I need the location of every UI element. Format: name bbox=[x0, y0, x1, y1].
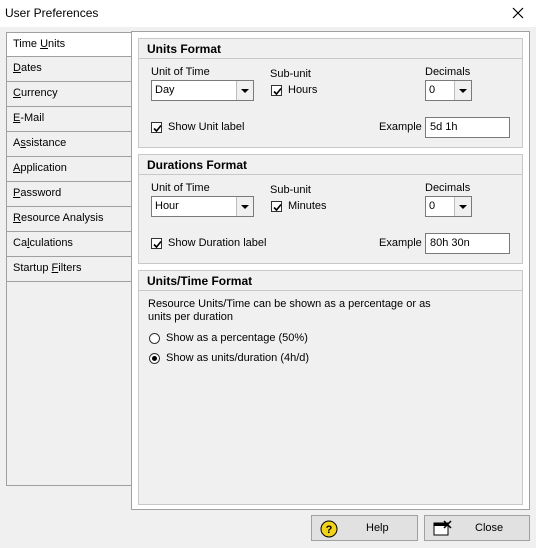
duration-unit-of-time-value: Hour bbox=[155, 200, 179, 212]
units-time-description-line1: Resource Units/Time can be shown as a pe… bbox=[148, 298, 431, 310]
unit-of-time-select[interactable]: Day bbox=[151, 80, 254, 101]
hours-checkbox-label: Hours bbox=[288, 84, 318, 96]
tab-resource-analysis[interactable]: Resource Analysis bbox=[6, 207, 132, 232]
tab-list: Time Units Dates Currency E-Mail Assista… bbox=[6, 32, 132, 486]
tab-label: Startup Filters bbox=[13, 262, 82, 274]
show-unit-label-checkbox[interactable] bbox=[151, 122, 162, 133]
chevron-down-icon[interactable] bbox=[454, 197, 471, 216]
help-button-label: Help bbox=[366, 522, 389, 534]
duration-decimals-label: Decimals bbox=[425, 182, 471, 194]
tab-assistance[interactable]: Assistance bbox=[6, 132, 132, 157]
show-duration-label-checkbox[interactable] bbox=[151, 238, 162, 249]
duration-example-value: 80h 30n bbox=[430, 237, 470, 249]
unit-of-time-label: Unit of Time bbox=[151, 66, 210, 78]
tab-label: Password bbox=[13, 187, 62, 199]
tab-label: Time Units bbox=[13, 38, 66, 50]
decimals-label: Decimals bbox=[425, 66, 471, 78]
close-icon[interactable] bbox=[508, 4, 528, 22]
tab-list-filler bbox=[6, 282, 132, 486]
close-button[interactable]: Close bbox=[424, 515, 530, 541]
units-duration-radio-label: Show as units/duration (4h/d) bbox=[166, 352, 310, 364]
duration-unit-of-time-label: Unit of Time bbox=[151, 182, 210, 194]
tab-email[interactable]: E-Mail bbox=[6, 107, 132, 132]
help-button[interactable]: ? Help bbox=[311, 515, 418, 541]
units-time-description-line2: units per duration bbox=[148, 311, 233, 323]
tab-label: Application bbox=[13, 162, 67, 174]
tab-currency[interactable]: Currency bbox=[6, 82, 132, 107]
duration-example-label: Example bbox=[379, 237, 422, 249]
tab-label: Resource Analysis bbox=[13, 212, 104, 224]
duration-example-field[interactable]: 80h 30n bbox=[425, 233, 510, 254]
tab-calculations[interactable]: Calculations bbox=[6, 232, 132, 257]
title-bar: User Preferences bbox=[0, 0, 536, 27]
hours-checkbox[interactable] bbox=[271, 85, 282, 96]
units-time-format-section: Units/Time Format Resource Units/Time ca… bbox=[138, 270, 523, 505]
close-button-label: Close bbox=[475, 522, 504, 534]
check-icon bbox=[273, 87, 282, 96]
decimals-select[interactable]: 0 bbox=[425, 80, 472, 101]
minutes-checkbox[interactable] bbox=[271, 201, 282, 212]
check-icon bbox=[153, 240, 162, 249]
example-label: Example bbox=[379, 121, 422, 133]
show-duration-label-text: Show Duration label bbox=[168, 237, 267, 249]
duration-decimals-select[interactable]: 0 bbox=[425, 196, 472, 217]
window-title: User Preferences bbox=[5, 6, 99, 20]
tab-application[interactable]: Application bbox=[6, 157, 132, 182]
units-duration-radio[interactable] bbox=[149, 353, 160, 364]
tab-time-units[interactable]: Time Units bbox=[6, 32, 132, 57]
check-icon bbox=[153, 124, 162, 133]
duration-decimals-value: 0 bbox=[429, 200, 436, 212]
svg-text:?: ? bbox=[326, 524, 333, 536]
tab-startup-filters[interactable]: Startup Filters bbox=[6, 257, 132, 282]
show-unit-label-text: Show Unit label bbox=[168, 121, 245, 133]
close-window-icon bbox=[433, 520, 453, 541]
percentage-radio-label: Show as a percentage (50%) bbox=[166, 332, 308, 344]
help-icon: ? bbox=[320, 520, 338, 541]
units-format-section: Units Format Unit of Time Day Sub-unit H… bbox=[138, 38, 523, 148]
percentage-radio[interactable] bbox=[149, 333, 160, 344]
check-icon bbox=[273, 203, 282, 212]
durations-format-header: Durations Format bbox=[139, 155, 522, 175]
tab-label: Calculations bbox=[13, 237, 73, 249]
duration-subunit-label: Sub-unit bbox=[270, 184, 311, 196]
units-format-header: Units Format bbox=[139, 39, 522, 59]
duration-unit-of-time-select[interactable]: Hour bbox=[151, 196, 254, 217]
chevron-down-icon[interactable] bbox=[236, 81, 253, 100]
example-field[interactable]: 5d 1h bbox=[425, 117, 510, 138]
dialog-body: Time Units Dates Currency E-Mail Assista… bbox=[0, 27, 536, 548]
radio-selected-dot bbox=[152, 356, 157, 361]
chevron-down-icon[interactable] bbox=[454, 81, 471, 100]
tab-label: Assistance bbox=[13, 137, 67, 149]
tab-label: E-Mail bbox=[13, 112, 45, 124]
time-units-panel: Units Format Unit of Time Day Sub-unit H… bbox=[131, 31, 530, 510]
unit-of-time-value: Day bbox=[155, 84, 175, 96]
example-value: 5d 1h bbox=[430, 121, 458, 133]
durations-format-section: Durations Format Unit of Time Hour Sub-u… bbox=[138, 154, 523, 264]
minutes-checkbox-label: Minutes bbox=[288, 200, 327, 212]
tab-label: Currency bbox=[13, 87, 58, 99]
tab-password[interactable]: Password bbox=[6, 182, 132, 207]
tab-dates[interactable]: Dates bbox=[6, 57, 132, 82]
subunit-label: Sub-unit bbox=[270, 68, 311, 80]
decimals-value: 0 bbox=[429, 84, 436, 96]
tab-label: Dates bbox=[13, 62, 42, 74]
units-time-format-header: Units/Time Format bbox=[139, 271, 522, 291]
chevron-down-icon[interactable] bbox=[236, 197, 253, 216]
